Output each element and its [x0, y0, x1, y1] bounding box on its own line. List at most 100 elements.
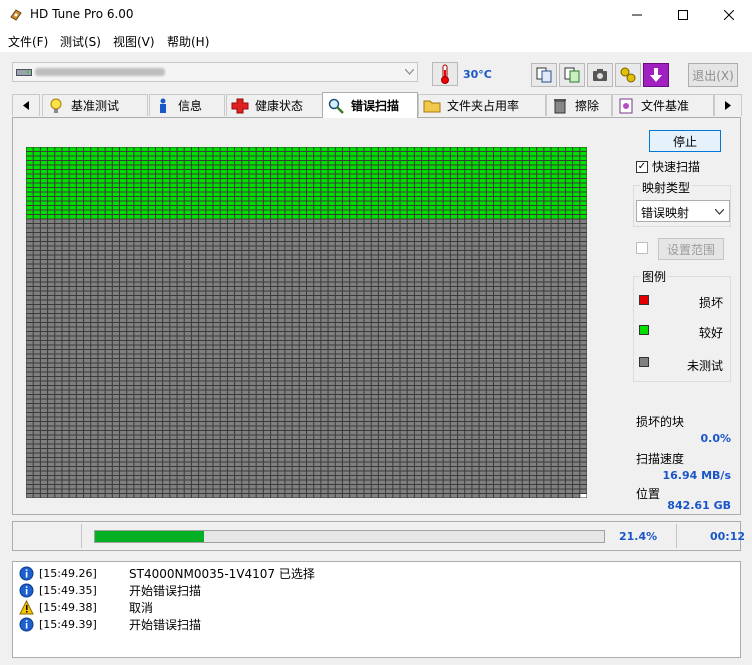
block-cell-good [580, 152, 587, 156]
block-cell-good [558, 215, 565, 219]
block-cell-untested [407, 264, 414, 268]
block-cell-untested [508, 314, 515, 318]
block-cell-good [529, 179, 537, 183]
save-button[interactable] [643, 63, 669, 87]
menu-file[interactable]: 文件(F) [8, 33, 48, 50]
block-cell-good [120, 156, 127, 160]
block-cell-untested [371, 282, 378, 286]
block-cell-untested [422, 327, 429, 331]
block-cell-untested [76, 386, 84, 390]
block-cell-untested [400, 417, 407, 421]
block-cell-untested [199, 224, 206, 228]
block-cell-untested [393, 282, 400, 286]
drive-select[interactable] [12, 62, 418, 82]
block-cell-untested [350, 341, 357, 345]
block-cell-good [386, 201, 393, 205]
exit-button[interactable]: 退出(X) [688, 63, 738, 87]
block-cell-untested [515, 413, 522, 417]
block-cell-untested [407, 273, 414, 277]
tab-benchmark[interactable]: 基准测试 [42, 94, 148, 116]
block-cell-good [307, 206, 314, 210]
block-cell-good [508, 206, 515, 210]
screenshot-button[interactable] [587, 63, 613, 87]
tab-error-scan[interactable]: 错误扫描 [322, 92, 418, 118]
block-cell-good [565, 188, 573, 192]
block-cell-untested [321, 278, 328, 282]
block-cell-untested [501, 242, 508, 246]
close-button[interactable] [706, 0, 752, 30]
block-cell-untested [443, 332, 450, 336]
block-cell-untested [429, 264, 436, 268]
block-cell-good [62, 174, 69, 178]
block-cell-untested [486, 305, 493, 309]
block-cell-untested [263, 336, 271, 340]
block-cell-untested [76, 368, 84, 372]
tab-info[interactable]: 信息 [149, 94, 225, 116]
block-cell-untested [249, 336, 256, 340]
tab-scroll-left[interactable] [12, 94, 40, 116]
block-cell-untested [26, 219, 33, 223]
block-cell-good [285, 201, 292, 205]
block-cell-untested [155, 309, 163, 313]
tab-health[interactable]: 健康状态 [226, 94, 326, 116]
block-cell-untested [134, 287, 141, 291]
block-cell-untested [371, 354, 378, 358]
block-cell-untested [76, 395, 84, 399]
block-cell-untested [105, 390, 112, 394]
block-cell-untested [299, 332, 306, 336]
block-cell-untested [414, 359, 422, 363]
tab-file-benchmark[interactable]: 文件基准 [612, 94, 714, 116]
block-cell-untested [112, 224, 119, 228]
block-cell-untested [414, 291, 422, 295]
block-cell-untested [551, 327, 558, 331]
block-cell-good [227, 201, 235, 205]
block-cell-untested [378, 413, 386, 417]
block-cell-untested [458, 255, 465, 259]
copy-all-button[interactable] [559, 63, 585, 87]
block-cell-untested [335, 426, 342, 430]
block-cell-untested [163, 354, 170, 358]
copy-button[interactable] [531, 63, 557, 87]
options-button[interactable] [615, 63, 641, 87]
block-cell-untested [501, 305, 508, 309]
block-cell-untested [177, 251, 184, 255]
block-cell-untested [400, 327, 407, 331]
block-cell-untested [357, 359, 364, 363]
block-cell-untested [357, 300, 364, 304]
block-cell-untested [429, 350, 436, 354]
block-cell-untested [314, 404, 321, 408]
block-cell-untested [371, 395, 378, 399]
block-cell-untested [26, 309, 33, 313]
block-cell-good [285, 183, 292, 187]
block-cell-good [227, 165, 235, 169]
block-cell-untested [62, 413, 69, 417]
minimize-button[interactable] [614, 0, 660, 30]
maximize-button[interactable] [660, 0, 706, 30]
block-cell-good [515, 152, 522, 156]
block-cell-untested [450, 368, 458, 372]
block-cell-untested [184, 395, 191, 399]
block-cell-untested [371, 413, 378, 417]
block-cell-untested [350, 422, 357, 426]
block-cell-good [544, 147, 551, 151]
menu-view[interactable]: 视图(V) [113, 33, 155, 50]
block-cell-good [48, 165, 55, 169]
block-cell-untested [573, 237, 580, 241]
tab-erase[interactable]: 擦除 [546, 94, 612, 116]
tab-scroll-right[interactable] [714, 94, 742, 116]
block-cell-untested [299, 386, 306, 390]
block-cell-untested [371, 359, 378, 363]
block-cell-untested [357, 341, 364, 345]
menu-test[interactable]: 测试(S) [60, 33, 101, 50]
block-cell-untested [508, 287, 515, 291]
block-cell-untested [242, 359, 249, 363]
menu-help[interactable]: 帮助(H) [167, 33, 209, 50]
tab-folder-usage[interactable]: 文件夹占用率 [418, 94, 546, 116]
block-cell-untested [422, 219, 429, 223]
block-cell-untested [48, 417, 55, 421]
block-cell-untested [40, 354, 48, 358]
block-cell-untested [299, 287, 306, 291]
block-cell-untested [465, 390, 472, 394]
block-cell-good [69, 183, 76, 187]
block-cell-good [249, 197, 256, 201]
